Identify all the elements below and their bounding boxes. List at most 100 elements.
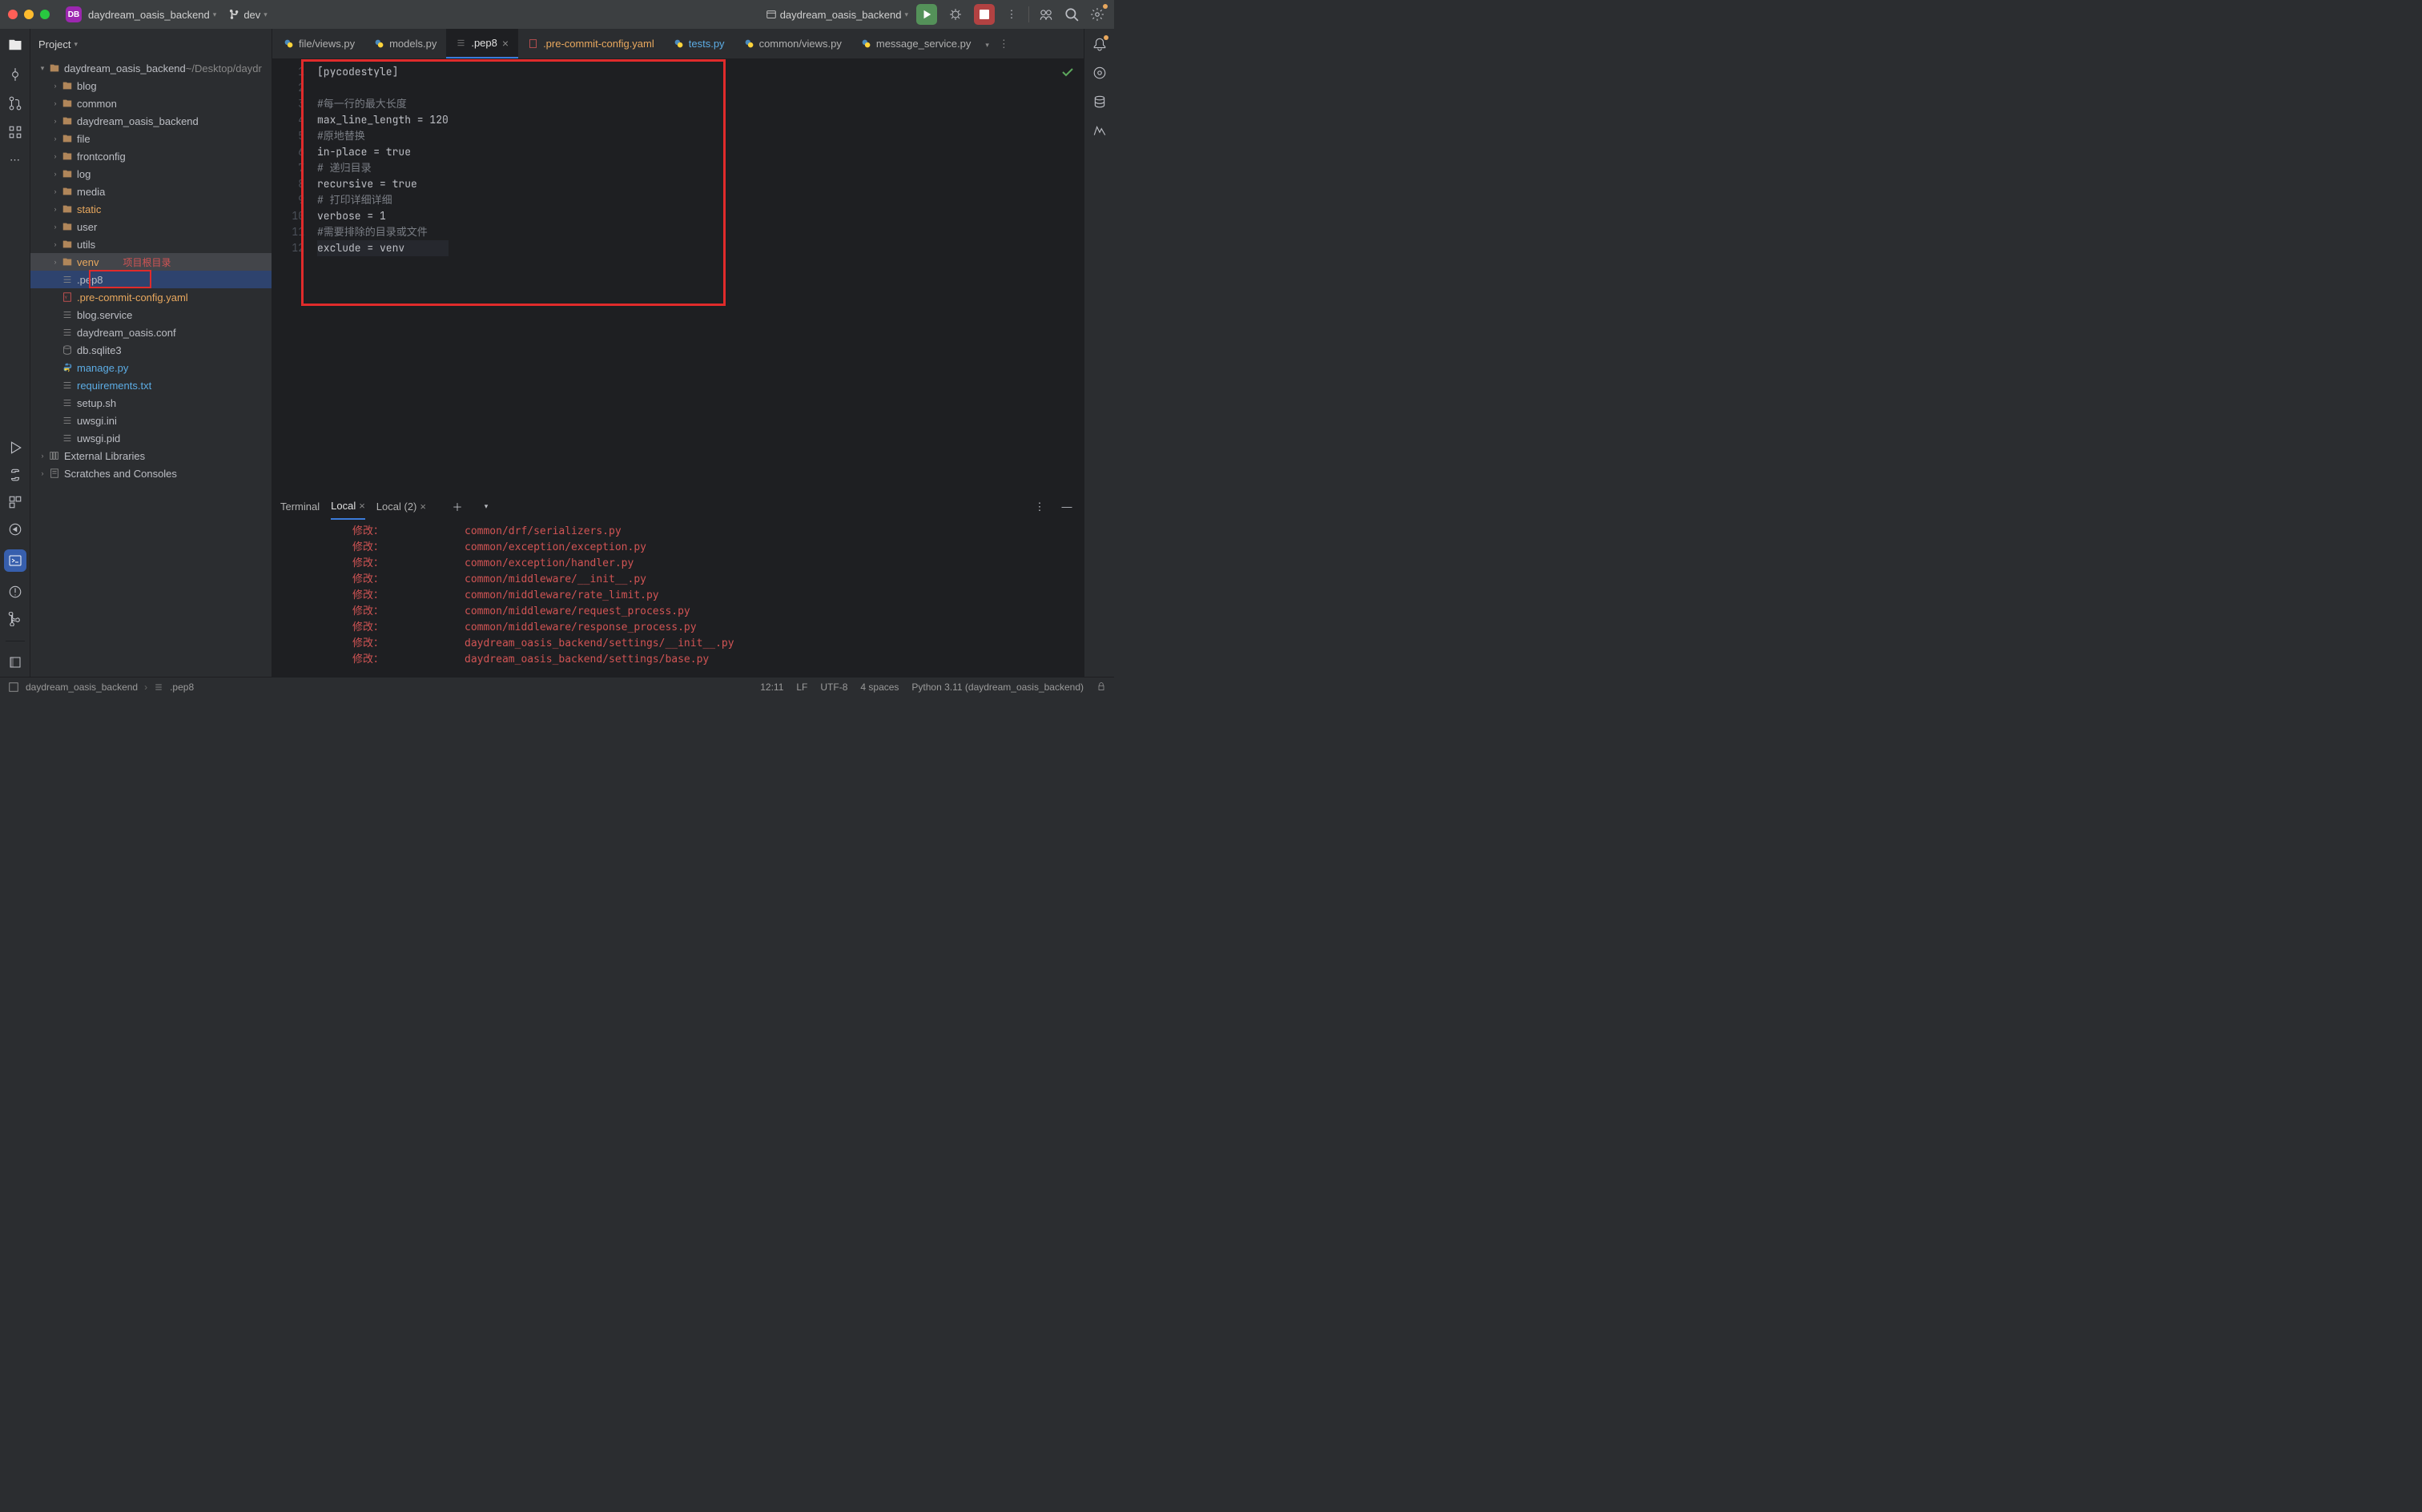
debug-button[interactable]	[945, 4, 966, 25]
more-tools-icon[interactable]: ⋯	[10, 154, 20, 167]
close-tab-icon[interactable]: ×	[502, 37, 509, 50]
code-area[interactable]: [pycodestyle] #每一行的最大长度max_line_length = …	[311, 59, 449, 493]
tree-file[interactable]: manage.py	[30, 359, 272, 376]
stop-button[interactable]	[974, 4, 995, 25]
editor-tab[interactable]: message_service.py	[851, 29, 981, 58]
editor-tab[interactable]: common/views.py	[734, 29, 851, 58]
terminal-tool-icon[interactable]	[4, 549, 26, 572]
code-line[interactable]: recursive = true	[317, 176, 449, 192]
expand-arrow-icon[interactable]: ›	[37, 452, 48, 460]
expand-arrow-icon[interactable]: ›	[50, 135, 61, 143]
toolwindow-square-icon[interactable]	[9, 656, 22, 669]
editor-tab[interactable]: models.py	[364, 29, 446, 58]
code-line[interactable]	[317, 80, 449, 96]
pull-requests-icon[interactable]	[8, 96, 22, 111]
code-line[interactable]: exclude = venv	[317, 240, 449, 256]
tree-extra[interactable]: ›External Libraries	[30, 447, 272, 464]
code-with-me-icon[interactable]	[1037, 6, 1055, 23]
expand-arrow-icon[interactable]: ›	[50, 117, 61, 125]
close-tab-icon[interactable]: ×	[359, 500, 365, 512]
tree-file[interactable]: uwsgi.ini	[30, 412, 272, 429]
project-tool-icon[interactable]	[7, 37, 23, 53]
expand-arrow-icon[interactable]: ›	[50, 82, 61, 90]
editor-tab[interactable]: .pep8×	[446, 29, 518, 58]
tree-file[interactable]: uwsgi.pid	[30, 429, 272, 447]
minimize-window[interactable]	[24, 10, 34, 19]
tree-folder[interactable]: ›frontconfig	[30, 147, 272, 165]
tree-folder[interactable]: ›utils	[30, 235, 272, 253]
tree-folder[interactable]: ›common	[30, 94, 272, 112]
ai-assistant-icon[interactable]	[1092, 66, 1107, 80]
code-line[interactable]: #需要排除的目录或文件	[317, 224, 449, 240]
tree-file[interactable]: .pep8	[30, 271, 272, 288]
expand-arrow-icon[interactable]: ›	[50, 258, 61, 266]
file-encoding[interactable]: UTF-8	[820, 682, 847, 693]
project-tree[interactable]: ▾daydream_oasis_backend ~/Desktop/daydr›…	[30, 59, 272, 677]
run-tool-icon[interactable]	[8, 440, 22, 455]
code-line[interactable]: max_line_length = 120	[317, 112, 449, 128]
toolwindow-square-icon[interactable]	[8, 682, 19, 693]
tree-file[interactable]: db.sqlite3	[30, 341, 272, 359]
expand-arrow-icon[interactable]: ›	[50, 152, 61, 160]
breadcrumb-root[interactable]: daydream_oasis_backend	[26, 682, 138, 693]
caret-position[interactable]: 12:11	[760, 682, 783, 693]
breadcrumb-file[interactable]: .pep8	[170, 682, 194, 693]
tree-folder[interactable]: ›user	[30, 218, 272, 235]
expand-arrow-icon[interactable]: ▾	[37, 64, 48, 73]
tree-extra[interactable]: ›Scratches and Consoles	[30, 464, 272, 482]
notifications-icon[interactable]	[1092, 37, 1107, 51]
commit-tool-icon[interactable]	[8, 67, 22, 82]
close-tab-icon[interactable]: ×	[420, 501, 426, 513]
tree-root[interactable]: ▾daydream_oasis_backend ~/Desktop/daydr	[30, 59, 272, 77]
indent-setting[interactable]: 4 spaces	[860, 682, 899, 693]
terminal-tab[interactable]: Local (2) ×	[376, 501, 426, 513]
tree-folder[interactable]: ›log	[30, 165, 272, 183]
editor-tab[interactable]: .pre-commit-config.yaml	[518, 29, 664, 58]
tree-file[interactable]: setup.sh	[30, 394, 272, 412]
problems-tool-icon[interactable]	[8, 585, 22, 599]
expand-arrow-icon[interactable]: ›	[37, 469, 48, 477]
tree-folder[interactable]: ›blog	[30, 77, 272, 94]
services-tool-icon[interactable]	[8, 495, 22, 509]
git-branch-selector[interactable]: dev ▾	[229, 9, 268, 21]
editor-tab[interactable]: file/views.py	[274, 29, 364, 58]
tree-folder[interactable]: ›daydream_oasis_backend	[30, 112, 272, 130]
expand-arrow-icon[interactable]: ›	[50, 240, 61, 248]
add-terminal-button[interactable]: ＋	[449, 498, 466, 516]
expand-arrow-icon[interactable]: ›	[50, 99, 61, 107]
expand-arrow-icon[interactable]: ›	[50, 170, 61, 178]
editor-tab[interactable]: tests.py	[664, 29, 734, 58]
endpoints-tool-icon[interactable]	[1092, 123, 1107, 138]
maximize-window[interactable]	[40, 10, 50, 19]
tree-folder[interactable]: ›media	[30, 183, 272, 200]
tree-file[interactable]: requirements.txt	[30, 376, 272, 394]
code-line[interactable]: #原地替换	[317, 128, 449, 144]
expand-arrow-icon[interactable]: ›	[50, 205, 61, 213]
expand-arrow-icon[interactable]: ›	[50, 187, 61, 195]
expand-arrow-icon[interactable]: ›	[50, 223, 61, 231]
structure-tool-icon[interactable]	[8, 125, 22, 139]
tree-file[interactable]: Y.pre-commit-config.yaml	[30, 288, 272, 306]
code-line[interactable]: # 递归目录	[317, 160, 449, 176]
tree-file[interactable]: daydream_oasis.conf	[30, 324, 272, 341]
database-tool-icon[interactable]	[1092, 94, 1107, 109]
tree-folder[interactable]: ›venv项目根目录	[30, 253, 272, 271]
vcs-tool-icon[interactable]	[8, 612, 22, 626]
python-interpreter[interactable]: Python 3.11 (daydream_oasis_backend)	[911, 682, 1084, 693]
tree-folder[interactable]: ›static	[30, 200, 272, 218]
code-line[interactable]: #每一行的最大长度	[317, 96, 449, 112]
code-line[interactable]: verbose = 1	[317, 208, 449, 224]
code-line[interactable]: [pycodestyle]	[317, 64, 449, 80]
close-window[interactable]	[8, 10, 18, 19]
code-line[interactable]: # 打印详细详细	[317, 192, 449, 208]
more-actions-button[interactable]: ⋮	[1003, 6, 1020, 23]
project-selector[interactable]: daydream_oasis_backend ▾	[88, 9, 216, 21]
settings-icon[interactable]	[1088, 6, 1106, 23]
code-line[interactable]: in-place = true	[317, 144, 449, 160]
inspection-ok-icon[interactable]	[1061, 66, 1074, 78]
tree-folder[interactable]: ›file	[30, 130, 272, 147]
run-button[interactable]	[916, 4, 937, 25]
python-console-icon[interactable]	[8, 468, 22, 482]
terminal-options-icon[interactable]: ⋮	[1031, 498, 1048, 516]
editor-content[interactable]: 123456789101112 [pycodestyle]#每一行的最大长度ma…	[272, 59, 1084, 493]
